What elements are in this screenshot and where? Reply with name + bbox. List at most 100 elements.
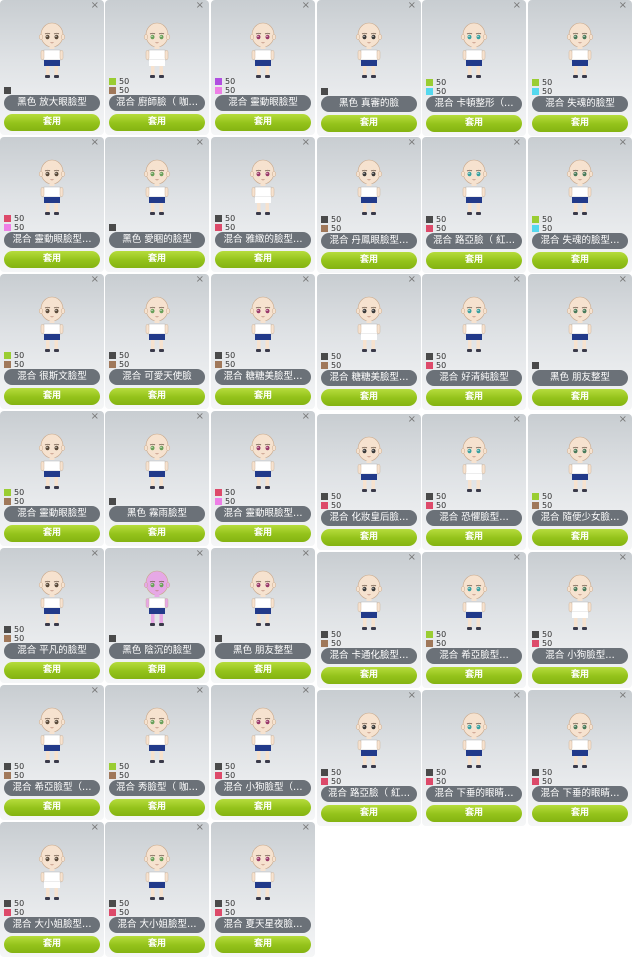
close-icon[interactable]: × xyxy=(302,685,310,697)
close-icon[interactable]: × xyxy=(302,137,310,149)
apply-button[interactable]: 套用 xyxy=(4,251,100,268)
close-icon[interactable]: × xyxy=(302,411,310,423)
close-icon[interactable]: × xyxy=(196,411,204,423)
apply-button[interactable]: 套用 xyxy=(4,662,100,679)
color-swatch xyxy=(321,353,328,360)
apply-button[interactable]: 套用 xyxy=(109,662,205,679)
face-name-label: 混合 夏天星夜臉… xyxy=(215,917,311,933)
color-mix-swatches: 50 50 xyxy=(215,351,235,369)
close-icon[interactable]: × xyxy=(91,685,99,697)
apply-button[interactable]: 套用 xyxy=(321,667,417,684)
mix-percent: 50 xyxy=(331,215,342,224)
close-icon[interactable]: × xyxy=(619,0,627,12)
apply-button[interactable]: 套用 xyxy=(532,667,628,684)
apply-button[interactable]: 套用 xyxy=(532,115,628,132)
color-mix-swatches: 50 50 xyxy=(109,351,129,369)
apply-button[interactable]: 套用 xyxy=(426,667,522,684)
close-icon[interactable]: × xyxy=(91,822,99,834)
close-icon[interactable]: × xyxy=(408,552,416,564)
apply-button[interactable]: 套用 xyxy=(532,252,628,269)
close-icon[interactable]: × xyxy=(302,0,310,12)
close-icon[interactable]: × xyxy=(408,690,416,702)
close-icon[interactable]: × xyxy=(513,0,521,12)
close-icon[interactable]: × xyxy=(91,548,99,560)
apply-button[interactable]: 套用 xyxy=(215,662,311,679)
apply-button[interactable]: 套用 xyxy=(321,805,417,822)
close-icon[interactable]: × xyxy=(619,414,627,426)
apply-button[interactable]: 套用 xyxy=(109,525,205,542)
close-icon[interactable]: × xyxy=(302,822,310,834)
mix-percent: 50 xyxy=(331,224,342,233)
close-icon[interactable]: × xyxy=(196,685,204,697)
close-icon[interactable]: × xyxy=(619,274,627,286)
close-icon[interactable]: × xyxy=(91,0,99,12)
close-icon[interactable]: × xyxy=(196,0,204,12)
apply-button[interactable]: 套用 xyxy=(426,389,522,406)
apply-button[interactable]: 套用 xyxy=(321,389,417,406)
apply-button[interactable]: 套用 xyxy=(532,389,628,406)
face-name-label: 混合 秀臉型（ 咖… xyxy=(109,780,205,796)
close-icon[interactable]: × xyxy=(513,690,521,702)
close-icon[interactable]: × xyxy=(91,137,99,149)
close-icon[interactable]: × xyxy=(408,137,416,149)
close-icon[interactable]: × xyxy=(302,548,310,560)
close-icon[interactable]: × xyxy=(408,274,416,286)
apply-button[interactable]: 套用 xyxy=(426,529,522,546)
close-icon[interactable]: × xyxy=(619,552,627,564)
apply-button[interactable]: 套用 xyxy=(321,115,417,132)
apply-button[interactable]: 套用 xyxy=(4,936,100,953)
close-icon[interactable]: × xyxy=(196,274,204,286)
close-icon[interactable]: × xyxy=(513,274,521,286)
apply-button[interactable]: 套用 xyxy=(4,114,100,131)
color-swatch xyxy=(4,215,11,222)
apply-button[interactable]: 套用 xyxy=(215,799,311,816)
close-icon[interactable]: × xyxy=(619,690,627,702)
close-icon[interactable]: × xyxy=(408,414,416,426)
mix-percent: 50 xyxy=(436,352,447,361)
swatch-row: 50 xyxy=(426,78,446,87)
color-swatch xyxy=(215,900,222,907)
character-avatar xyxy=(460,436,488,492)
character-avatar xyxy=(143,433,171,489)
swatch-row: 50 xyxy=(4,634,24,643)
apply-button[interactable]: 套用 xyxy=(321,529,417,546)
mix-percent: 50 xyxy=(225,351,236,360)
face-coupon-card: × 黑色 朋友整型 套用 xyxy=(528,274,632,410)
close-icon[interactable]: × xyxy=(196,137,204,149)
color-mix-swatches: 50 50 xyxy=(321,768,341,786)
apply-button[interactable]: 套用 xyxy=(426,115,522,132)
apply-button[interactable]: 套用 xyxy=(109,799,205,816)
close-icon[interactable]: × xyxy=(91,274,99,286)
close-icon[interactable]: × xyxy=(302,274,310,286)
apply-button[interactable]: 套用 xyxy=(4,388,100,405)
apply-button[interactable]: 套用 xyxy=(109,251,205,268)
apply-button[interactable]: 套用 xyxy=(109,388,205,405)
apply-button[interactable]: 套用 xyxy=(4,799,100,816)
color-swatch xyxy=(426,225,433,232)
apply-button[interactable]: 套用 xyxy=(215,936,311,953)
close-icon[interactable]: × xyxy=(408,0,416,12)
apply-button[interactable]: 套用 xyxy=(109,114,205,131)
apply-button[interactable]: 套用 xyxy=(215,388,311,405)
close-icon[interactable]: × xyxy=(196,822,204,834)
apply-button[interactable]: 套用 xyxy=(215,114,311,131)
apply-button[interactable]: 套用 xyxy=(215,525,311,542)
apply-button[interactable]: 套用 xyxy=(532,529,628,546)
close-icon[interactable]: × xyxy=(619,137,627,149)
apply-button[interactable]: 套用 xyxy=(532,805,628,822)
close-icon[interactable]: × xyxy=(513,137,521,149)
swatch-row: 50 xyxy=(109,86,129,95)
apply-button[interactable]: 套用 xyxy=(4,525,100,542)
close-icon[interactable]: × xyxy=(513,552,521,564)
apply-button[interactable]: 套用 xyxy=(321,252,417,269)
color-swatch xyxy=(215,909,222,916)
swatch-row: 50 xyxy=(4,762,24,771)
close-icon[interactable]: × xyxy=(513,414,521,426)
mix-percent: 50 xyxy=(436,768,447,777)
apply-button[interactable]: 套用 xyxy=(215,251,311,268)
close-icon[interactable]: × xyxy=(91,411,99,423)
apply-button[interactable]: 套用 xyxy=(426,252,522,269)
apply-button[interactable]: 套用 xyxy=(109,936,205,953)
close-icon[interactable]: × xyxy=(196,548,204,560)
apply-button[interactable]: 套用 xyxy=(426,805,522,822)
